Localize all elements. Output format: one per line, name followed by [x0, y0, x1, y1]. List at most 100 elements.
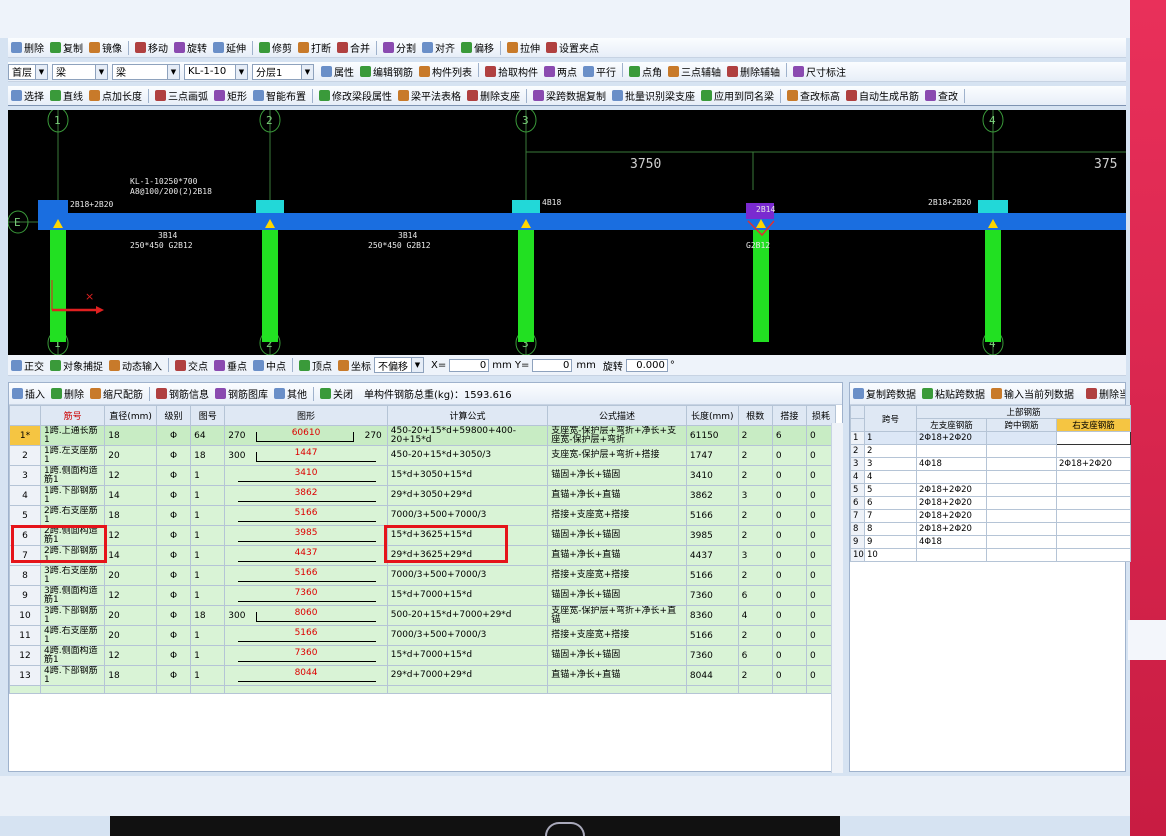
- cell-fig[interactable]: 1: [190, 665, 226, 686]
- cell-len[interactable]: 61150: [685, 425, 739, 446]
- edit-tool-5-button[interactable]: 旋转: [171, 39, 210, 57]
- cell-desc[interactable]: 锚固+净长+锚固: [547, 525, 687, 546]
- cell-lap[interactable]: 0: [771, 525, 807, 546]
- table-row[interactable]: 3 1跨.侧面构造筋1 12 Φ 1 3410 15*d+3050+15*d 锚固+净长+锚固…: [8, 465, 837, 486]
- comp-tool-8-button[interactable]: 三点辅轴: [665, 63, 724, 81]
- cell-g[interactable]: Φ: [155, 545, 192, 566]
- cell-lap[interactable]: 0: [771, 445, 807, 466]
- col-header[interactable]: 长度(mm): [685, 405, 739, 426]
- rebar-tool-6-button[interactable]: 其他: [271, 385, 310, 403]
- cell-g[interactable]: Φ: [155, 525, 192, 546]
- cad-canvas[interactable]: 1 2 3 4 1 2 3 4 E 3750 375 KL-1-10250*70…: [8, 110, 1126, 355]
- cell-d[interactable]: 20: [104, 625, 157, 646]
- span-cell[interactable]: [986, 483, 1057, 497]
- span-row[interactable]: 5 5 2Φ18+2Φ20: [850, 483, 1132, 497]
- cell-lap[interactable]: 0: [771, 465, 807, 486]
- draw-tool-6-button[interactable]: 智能布置: [250, 87, 309, 105]
- cell-desc[interactable]: 直锚+净长+直锚: [547, 485, 687, 506]
- cell-fig[interactable]: 1: [190, 525, 226, 546]
- cell-fig[interactable]: 18: [190, 445, 226, 466]
- cell-len[interactable]: 7360: [685, 645, 739, 666]
- span-cell[interactable]: [916, 470, 987, 484]
- cell-len[interactable]: 5166: [685, 625, 739, 646]
- edit-tool-12-button[interactable]: 偏移: [458, 39, 497, 57]
- cell-len[interactable]: 3410: [685, 465, 739, 486]
- rebar-tool-3-button[interactable]: 缩尺配筋: [87, 385, 146, 403]
- cell-d[interactable]: 12: [104, 585, 157, 606]
- cell-fig[interactable]: 1: [190, 545, 226, 566]
- cell-fig[interactable]: 1: [190, 585, 226, 606]
- cell-fig[interactable]: 1: [190, 485, 226, 506]
- span-cell[interactable]: [1055, 535, 1132, 549]
- span-cell[interactable]: [916, 548, 987, 562]
- cell-lap[interactable]: 0: [771, 505, 807, 526]
- snap-tool-8-button[interactable]: 坐标: [335, 356, 374, 374]
- cell-g[interactable]: Φ: [155, 565, 192, 586]
- cell-cnt[interactable]: 2: [737, 505, 773, 526]
- span-cell[interactable]: [1055, 431, 1132, 445]
- cell-d[interactable]: 12: [104, 645, 157, 666]
- span-row[interactable]: 1 1 2Φ18+2Φ20: [850, 431, 1132, 445]
- cell-desc[interactable]: 锚固+净长+锚固: [547, 465, 687, 486]
- span-row[interactable]: 10 10: [850, 548, 1132, 562]
- rebar-tool-4-button[interactable]: 钢筋信息: [153, 385, 212, 403]
- draw-tool-11-button[interactable]: 批量识别梁支座: [609, 87, 698, 105]
- cell-desc[interactable]: 锚固+净长+锚固: [547, 645, 687, 666]
- cell-lap[interactable]: 0: [771, 645, 807, 666]
- cell-d[interactable]: 20: [104, 605, 157, 626]
- cell-lap[interactable]: 0: [771, 485, 807, 506]
- table-row[interactable]: [8, 685, 837, 694]
- span-cell[interactable]: 4Φ18: [916, 535, 987, 549]
- col-header[interactable]: 直径(mm): [104, 405, 157, 426]
- cell-d[interactable]: 14: [104, 545, 157, 566]
- cell-cnt[interactable]: 6: [737, 585, 773, 606]
- span-cell[interactable]: [986, 535, 1057, 549]
- col-header[interactable]: 筋号: [40, 405, 106, 426]
- span-cell[interactable]: [986, 522, 1057, 536]
- snap-tool-1-button[interactable]: 正交: [8, 356, 47, 374]
- cell-fig[interactable]: 1: [190, 625, 226, 646]
- cell-len[interactable]: 7360: [685, 585, 739, 606]
- edit-tool-8-button[interactable]: 打断: [295, 39, 334, 57]
- col-header[interactable]: 图号: [190, 405, 226, 426]
- edit-tool-11-button[interactable]: 对齐: [419, 39, 458, 57]
- table-row[interactable]: 9 3跨.侧面构造筋1 12 Φ 1 7360 15*d+7000+15*d 锚固+净长+锚固…: [8, 585, 837, 606]
- snap-tool-2-button[interactable]: 对象捕捉: [47, 356, 106, 374]
- type-select[interactable]: 梁 ▼: [52, 63, 108, 80]
- table-row[interactable]: 13 4跨.下部钢筋1 18 Φ 1 8044 29*d+7000+29*d 直锚+净长+直锚…: [8, 665, 837, 686]
- cell-len[interactable]: 8044: [685, 665, 739, 686]
- table-row[interactable]: 12 4跨.侧面构造筋1 12 Φ 1 7360 15*d+7000+15*d 锚固+净长+锚…: [8, 645, 837, 666]
- edit-tool-1-button[interactable]: 删除: [8, 39, 47, 57]
- floor-select[interactable]: 首层 ▼: [8, 63, 48, 80]
- cell-g[interactable]: Φ: [155, 465, 192, 486]
- subtype-select[interactable]: 梁 ▼: [112, 63, 180, 80]
- col-header[interactable]: 计算公式: [386, 405, 549, 426]
- span-cell[interactable]: 2: [864, 444, 917, 458]
- col-header[interactable]: 级别: [155, 405, 192, 426]
- cell-name[interactable]: 2跨.右支座筋1: [40, 505, 106, 526]
- edit-tool-7-button[interactable]: 修剪: [256, 39, 295, 57]
- cell-name[interactable]: 3跨.侧面构造筋1: [40, 585, 106, 606]
- comp-tool-10-button[interactable]: 尺寸标注: [790, 63, 849, 81]
- cell-d[interactable]: 20: [104, 445, 157, 466]
- table-row[interactable]: 11 4跨.右支座筋1 20 Φ 1 5166 7000/3+500+7000/3 搭接+支座…: [8, 625, 837, 646]
- span-row[interactable]: 7 7 2Φ18+2Φ20: [850, 509, 1132, 523]
- draw-tool-3-button[interactable]: 点加长度: [86, 87, 145, 105]
- snap-tool-4-button[interactable]: 交点: [172, 356, 211, 374]
- cell-f[interactable]: 29*d+7000+29*d: [386, 665, 549, 686]
- edit-tool-6-button[interactable]: 延伸: [210, 39, 249, 57]
- cell-len[interactable]: 4437: [685, 545, 739, 566]
- table-row[interactable]: 8 3跨.右支座筋1 20 Φ 1 5166 7000/3+500+7000/3 搭接+支座宽…: [8, 565, 837, 586]
- cell-g[interactable]: Φ: [155, 505, 192, 526]
- snap-tool-3-button[interactable]: 动态输入: [106, 356, 165, 374]
- component-select[interactable]: KL-1-10 ▼: [184, 63, 248, 80]
- cell-f[interactable]: 15*d+7000+15*d: [386, 585, 549, 606]
- cell-desc[interactable]: 搭接+支座宽+搭接: [547, 625, 687, 646]
- span-cell[interactable]: 4: [864, 470, 917, 484]
- draw-tool-5-button[interactable]: 矩形: [211, 87, 250, 105]
- span-tool-4-button[interactable]: 删除当前: [1083, 385, 1125, 403]
- cell-fig[interactable]: 64: [190, 425, 226, 446]
- cell-cnt[interactable]: 2: [737, 625, 773, 646]
- edit-tool-13-button[interactable]: 拉伸: [504, 39, 543, 57]
- span-cell[interactable]: [1055, 522, 1132, 536]
